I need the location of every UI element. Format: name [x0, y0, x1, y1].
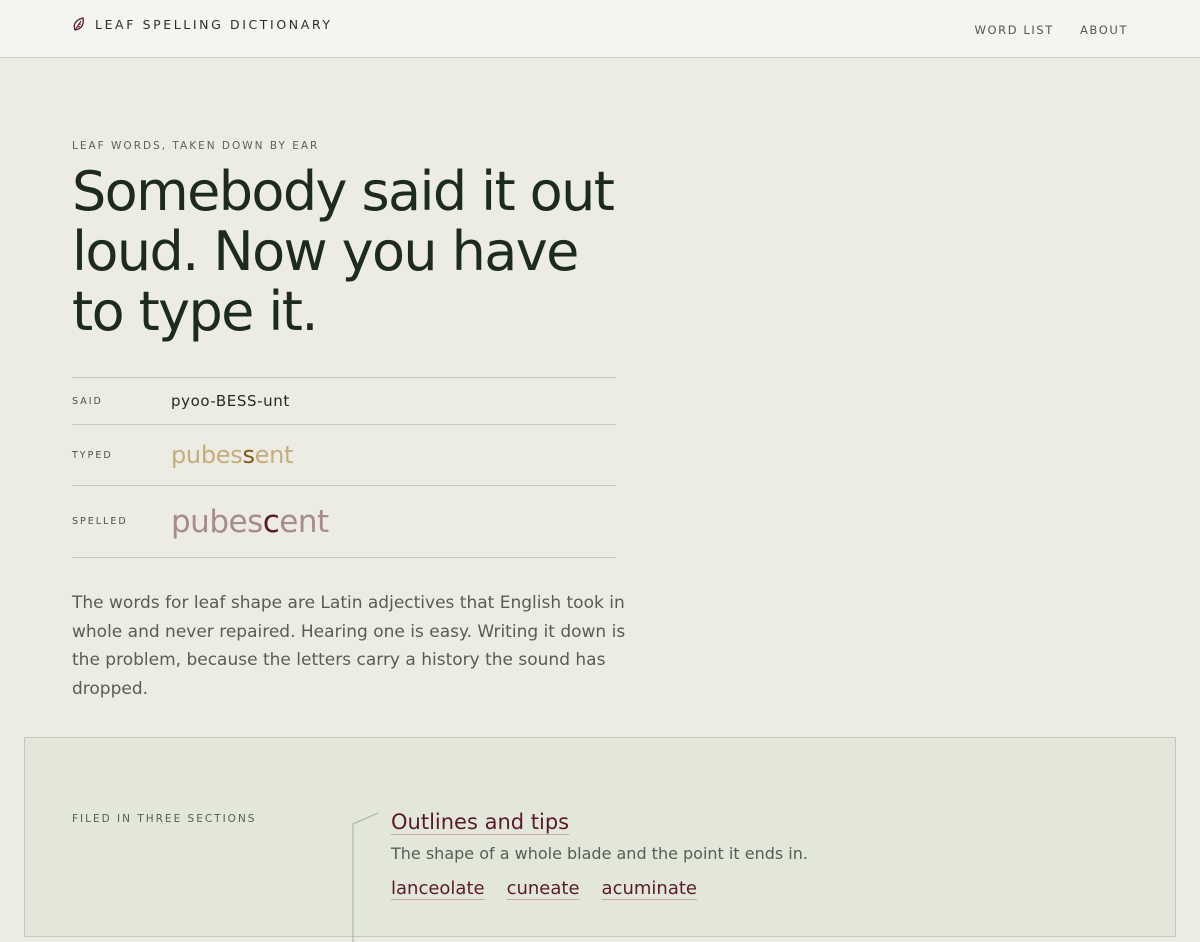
sections-panel: FILED IN THREE SECTIONS Outlines and tip… — [24, 737, 1176, 942]
nav-word-list[interactable]: WORD LIST — [974, 23, 1053, 37]
section-word-list: lanceolate cuneate acuminate — [391, 878, 697, 899]
brand[interactable]: LEAF SPELLING DICTIONARY — [72, 17, 333, 32]
sections-label: FILED IN THREE SECTIONS — [72, 813, 257, 825]
brand-name: LEAF SPELLING DICTIONARY — [95, 17, 333, 32]
leaf-icon — [72, 17, 86, 32]
page-title: Somebody said it out loud. Now you have … — [72, 160, 615, 343]
intro-paragraph: The words for leaf shape are Latin adjec… — [72, 593, 626, 699]
said-value: pyoo-BESS-unt — [171, 392, 290, 410]
spelled-suffix: ent — [279, 503, 329, 540]
spelled-prefix: pubes — [171, 503, 263, 540]
typed-value: pubessent — [171, 441, 293, 469]
spelled-row: SPELLED pubescent — [72, 486, 616, 558]
spelled-value: pubescent — [171, 504, 329, 540]
typed-suffix: ent — [254, 441, 294, 469]
typed-prefix: pubes — [171, 441, 243, 469]
top-bar: LEAF SPELLING DICTIONARY WORD LIST ABOUT — [0, 0, 1200, 58]
spelled-label: SPELLED — [72, 516, 128, 527]
section-branch-line — [352, 812, 379, 942]
word-link-cuneate[interactable]: cuneate — [507, 878, 580, 899]
word-link-lanceolate[interactable]: lanceolate — [391, 878, 485, 899]
main-nav: WORD LIST ABOUT — [974, 23, 1128, 37]
said-label: SAID — [72, 395, 103, 407]
hero-eyebrow: LEAF WORDS, TAKEN DOWN BY EAR — [72, 140, 320, 152]
section-description: The shape of a whole blade and the point… — [391, 844, 808, 863]
word-link-acuminate[interactable]: acuminate — [602, 878, 697, 899]
said-row: SAID pyoo-BESS-unt — [72, 378, 616, 425]
typed-wrong-letter: s — [242, 441, 255, 469]
spelling-example: SAID pyoo-BESS-unt TYPED pubessent SPELL… — [72, 377, 616, 558]
section-title-outlines[interactable]: Outlines and tips — [391, 810, 569, 834]
typed-label: TYPED — [72, 449, 113, 461]
typed-row: TYPED pubessent — [72, 425, 616, 486]
nav-about[interactable]: ABOUT — [1080, 23, 1128, 37]
spelled-correct-letter: c — [262, 503, 280, 540]
